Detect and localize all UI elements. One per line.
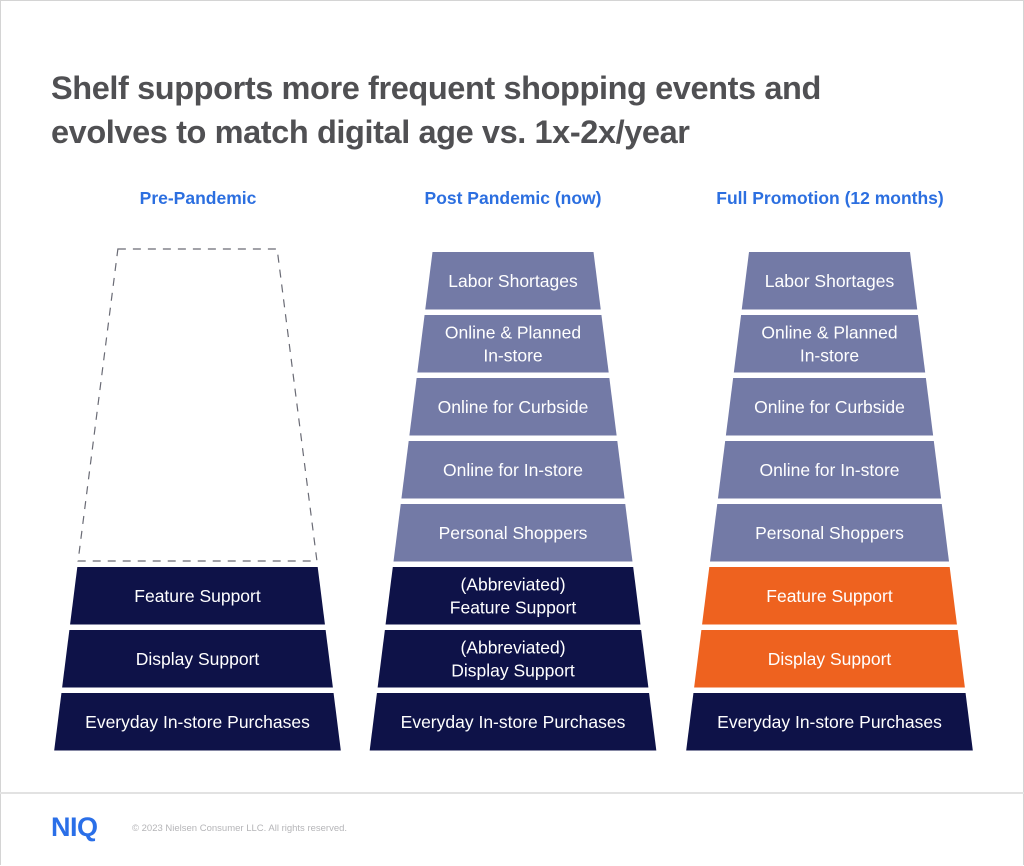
layer-label: Online & Planned [445, 322, 581, 342]
layer-label: Display Support [768, 649, 892, 669]
layer-abbreviated-display-support: (Abbreviated) Display Support [377, 630, 649, 688]
layer-labor-shortages: Labor Shortages [425, 252, 601, 310]
layer-everyday-in-store-purchases: Everyday In-store Purchases [686, 693, 973, 751]
layer-personal-shoppers: Personal Shoppers [710, 504, 949, 562]
stack-column-pre-pandemic: Feature Support Display Support Everyday I… [54, 248, 341, 751]
layer-label: Labor Shortages [448, 271, 578, 291]
layer-online-for-in-store: Online for In-store [401, 441, 625, 499]
layer-online-for-curbside: Online for Curbside [725, 378, 934, 436]
layer-online-planned-in-store: Online & Planned In-store [417, 315, 609, 373]
layer-display-support: Display Support [62, 630, 333, 688]
shelf-stacks-diagram: Feature Support Display Support Everyday I… [54, 248, 973, 751]
layer-label: Online for Curbside [438, 397, 589, 417]
layer-label: Personal Shoppers [755, 523, 904, 543]
layer-online-for-curbside: Online for Curbside [409, 378, 617, 436]
layer-label: Online for In-store [443, 460, 583, 480]
layer-labor-shortages: Labor Shortages [741, 252, 918, 310]
layer-abbreviated-feature-support: (Abbreviated) Feature Support [385, 567, 641, 625]
stack-column-post-pandemic-now: Labor ShortagesOnline & PlannedIn-storeO… [369, 252, 657, 751]
layer-label: Online for In-store [759, 460, 899, 480]
layer-online-for-in-store: Online for In-store [717, 441, 942, 499]
layer-label: Everyday In-store Purchases [85, 712, 310, 732]
copyright-text: © 2023 Nielsen Consumer LLC. All rights … [132, 823, 348, 834]
layer-label: Online & Planned [761, 322, 897, 342]
layer-everyday-in-store-purchases: Everyday In-store Purchases [369, 693, 657, 751]
layer-label: Everyday In-store Purchases [401, 712, 626, 732]
layer-feature-support: Feature Support [70, 567, 325, 625]
layer-label: (Abbreviated) [460, 637, 565, 657]
layer-label: Feature Support [134, 586, 261, 606]
layer-label: Feature Support [766, 586, 893, 606]
layer-label: Display Support [451, 660, 575, 680]
stack-column-full-promotion-12-months: Labor ShortagesOnline & PlannedIn-storeO… [686, 252, 973, 751]
layer-label: Display Support [136, 649, 260, 669]
layer-label: In-store [800, 345, 859, 365]
layer-label: Personal Shoppers [439, 523, 588, 543]
layer-personal-shoppers: Personal Shoppers [393, 504, 633, 562]
layer-feature-support: Feature Support [702, 567, 957, 625]
layer-everyday-in-store-purchases: Everyday In-store Purchases [54, 693, 341, 751]
layer-label: (Abbreviated) [460, 574, 565, 594]
layer-label: In-store [483, 345, 542, 365]
layer-label: Feature Support [450, 597, 577, 617]
layer-label: Everyday In-store Purchases [717, 712, 942, 732]
niq-logo: NIQ [51, 812, 98, 842]
layer-online-planned-in-store: Online & Planned In-store [733, 315, 926, 373]
footer-divider [0, 792, 1024, 794]
empty-placeholder-outline [77, 248, 318, 562]
layer-label: Online for Curbside [754, 397, 905, 417]
layer-display-support: Display Support [694, 630, 965, 688]
layer-label: Labor Shortages [765, 271, 895, 291]
